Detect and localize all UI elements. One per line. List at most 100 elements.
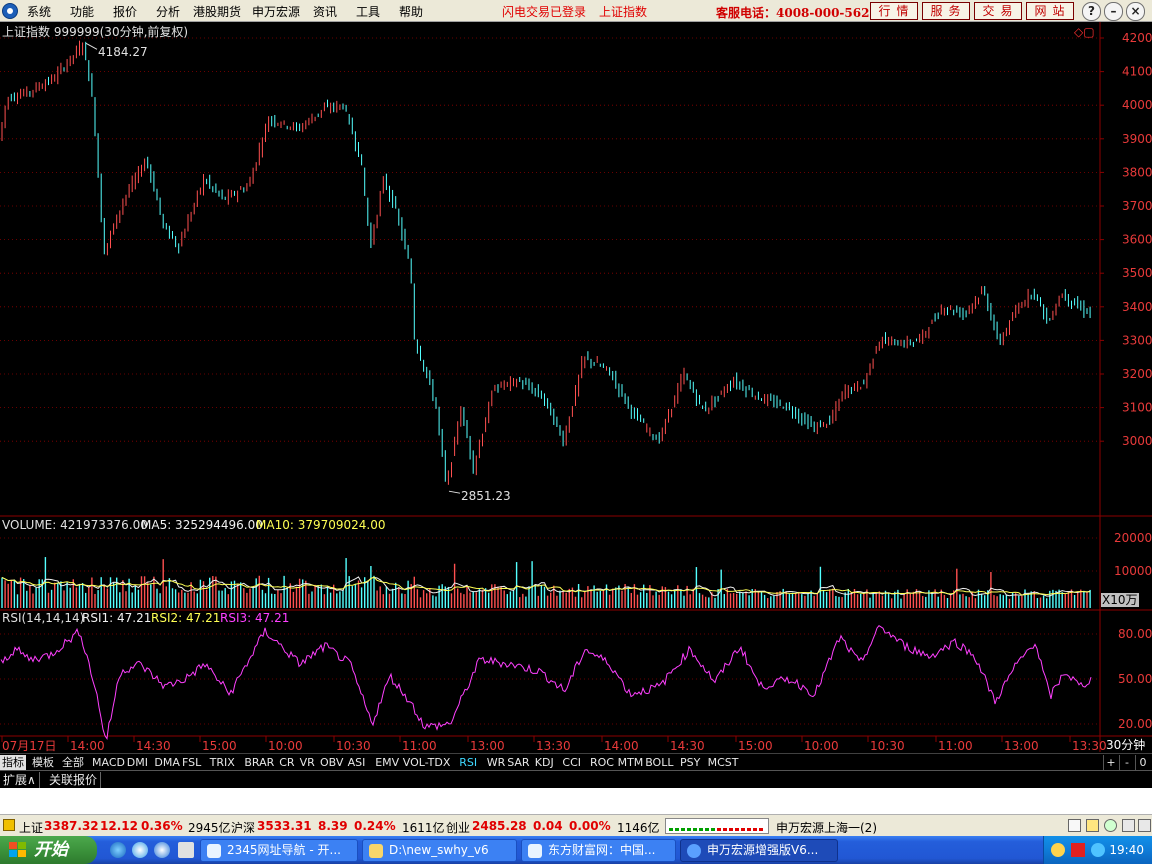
time-label: 14:00 <box>604 739 639 753</box>
flag-tray-icon[interactable] <box>1071 843 1085 857</box>
task-swhy[interactable]: 申万宏源增强版V6... <box>680 839 838 862</box>
task-eastmoney[interactable]: 东方财富网：中国... <box>521 839 676 862</box>
zoom-in-button[interactable]: + <box>1103 755 1118 770</box>
menu-quote[interactable]: 报价 <box>113 3 137 20</box>
trade-button[interactable]: 交易 <box>974 2 1022 20</box>
price-tick-label: 4100 <box>1122 65 1152 79</box>
hs-change: 8.39 <box>318 819 348 833</box>
zoom-out-button[interactable]: - <box>1119 755 1134 770</box>
start-button[interactable]: 开始 <box>0 836 97 864</box>
help-circle-icon[interactable]: ? <box>1082 2 1101 21</box>
indicator-tab-mcst[interactable]: MCST <box>706 755 741 770</box>
menu-tools[interactable]: 工具 <box>356 3 380 20</box>
sh-name[interactable]: 上证 <box>19 819 43 836</box>
menu-function[interactable]: 功能 <box>70 3 94 20</box>
indicator-tab-dmi[interactable]: DMI <box>125 755 150 770</box>
time-label: 13:30 <box>1072 739 1107 753</box>
menu-bar: 系统 功能 报价 分析 港股期货 申万宏源 资讯 工具 帮助 闪电交易已登录 上… <box>0 0 1152 22</box>
ie-icon[interactable] <box>110 842 126 858</box>
tab-related-quotes[interactable]: 关联报价 <box>46 772 102 788</box>
lock-icon[interactable] <box>1122 819 1135 832</box>
tab-expand[interactable]: 扩展∧ <box>0 772 40 788</box>
indicator-tab-全部[interactable]: 全部 <box>60 755 86 770</box>
app-window: 系统 功能 报价 分析 港股期货 申万宏源 资讯 工具 帮助 闪电交易已登录 上… <box>0 0 1152 864</box>
system-tray: 19:40 <box>1043 836 1152 864</box>
indicator-tab-trix[interactable]: TRIX <box>208 755 237 770</box>
price-tick-label: 4200 <box>1122 31 1152 45</box>
reset-button[interactable]: 0 <box>1135 755 1150 770</box>
menu-swhy[interactable]: 申万宏源 <box>252 3 300 20</box>
indicator-tab-mtm[interactable]: MTM <box>616 755 646 770</box>
task-label: D:\new_swhy_v6 <box>389 843 489 857</box>
menu-news[interactable]: 资讯 <box>313 3 337 20</box>
menu-help[interactable]: 帮助 <box>399 3 423 20</box>
help-tray-icon[interactable] <box>1051 843 1065 857</box>
indicator-tab-boll[interactable]: BOLL <box>643 755 675 770</box>
indicator-tab-brar[interactable]: BRAR <box>242 755 276 770</box>
ma5-value: MA5: 325294496.00 <box>141 518 263 532</box>
indicator-tab-obv[interactable]: OBV <box>318 755 345 770</box>
indicator-tab-emv[interactable]: EMV <box>373 755 401 770</box>
expand-panel <box>0 788 1152 814</box>
settings-icon[interactable] <box>1138 819 1151 832</box>
indicator-tab-指标[interactable]: 指标 <box>0 755 26 770</box>
hs-name[interactable]: 沪深 <box>231 819 255 836</box>
service-button[interactable]: 服务 <box>922 2 970 20</box>
website-button[interactable]: 网站 <box>1026 2 1074 20</box>
indicator-tab-psy[interactable]: PSY <box>678 755 702 770</box>
time-label: 15:00 <box>738 739 773 753</box>
menu-analysis[interactable]: 分析 <box>156 3 180 20</box>
quote-button[interactable]: 行情 <box>870 2 918 20</box>
server-name[interactable]: 申万宏源上海一(2) <box>776 819 877 836</box>
indicator-tab-rsi[interactable]: RSI <box>457 755 479 770</box>
indicator-tab-kdj[interactable]: KDJ <box>533 755 556 770</box>
show-desktop-icon[interactable] <box>178 842 194 858</box>
task-folder[interactable]: D:\new_swhy_v6 <box>362 839 517 862</box>
indicator-tab-fsl[interactable]: FSL <box>180 755 203 770</box>
cy-name[interactable]: 创业 <box>446 819 470 836</box>
quote-bar-icon[interactable] <box>3 819 15 831</box>
indicator-tab-macd[interactable]: MACD <box>90 755 127 770</box>
indicator-tab-sar[interactable]: SAR <box>505 755 531 770</box>
indicator-tab-vol-tdx[interactable]: VOL-TDX <box>401 755 453 770</box>
app-logo-icon[interactable] <box>2 3 18 19</box>
minimize-icon[interactable]: – <box>1104 2 1123 21</box>
network-tray-icon[interactable] <box>1091 843 1105 857</box>
high-marker <box>85 42 98 50</box>
volume-tick-label: 10000 <box>1114 564 1152 578</box>
volume-value: VOLUME: 421973376.00 <box>2 518 148 532</box>
price-tick-label: 3900 <box>1122 132 1152 146</box>
time-label: 14:30 <box>670 739 705 753</box>
task-2345[interactable]: 2345网址导航 - 开... <box>200 839 358 862</box>
indicator-tab-roc[interactable]: ROC <box>588 755 616 770</box>
indicator-tab-cr[interactable]: CR <box>277 755 296 770</box>
price-tick-label: 3700 <box>1122 199 1152 213</box>
indicator-tab-模板[interactable]: 模板 <box>30 755 56 770</box>
sub-tabs: 扩展∧ 关联报价 <box>0 770 1152 788</box>
chart-corner-icon[interactable]: ◇▢ <box>1074 25 1095 39</box>
meter-bar <box>759 828 763 831</box>
indicator-tab-asi[interactable]: ASI <box>346 755 368 770</box>
indicator-tab-dma[interactable]: DMA <box>152 755 182 770</box>
browser-icon[interactable] <box>132 842 148 858</box>
meter-bar <box>669 828 673 831</box>
folder-icon <box>369 844 383 858</box>
message-icon[interactable] <box>1086 819 1099 832</box>
rsi-line <box>0 625 1092 741</box>
kline-chart[interactable]: 4200 4100 4000 3900 3800 3700 3600 3500 3400 3300… <box>0 22 1152 770</box>
chart-area[interactable]: 4200 4100 4000 3900 3800 3700 3600 3500 3400 3300… <box>0 22 1152 770</box>
chrome-icon[interactable] <box>154 842 170 858</box>
indicator-tab-wr[interactable]: WR <box>485 755 508 770</box>
meter-bar <box>753 828 757 831</box>
task-ie-icon <box>207 844 221 858</box>
window-layout-icon[interactable] <box>1068 819 1081 832</box>
cy-pct: 0.00% <box>569 819 611 833</box>
price-tick-label: 3600 <box>1122 233 1152 247</box>
close-icon[interactable]: × <box>1126 2 1145 21</box>
menu-hk-futures[interactable]: 港股期货 <box>193 3 241 20</box>
menu-system[interactable]: 系统 <box>27 3 51 20</box>
indicator-tab-vr[interactable]: VR <box>298 755 317 770</box>
indicator-tab-cci[interactable]: CCI <box>560 755 583 770</box>
signal-icon[interactable] <box>1104 819 1117 832</box>
period-label[interactable]: 30分钟 <box>1106 738 1145 752</box>
